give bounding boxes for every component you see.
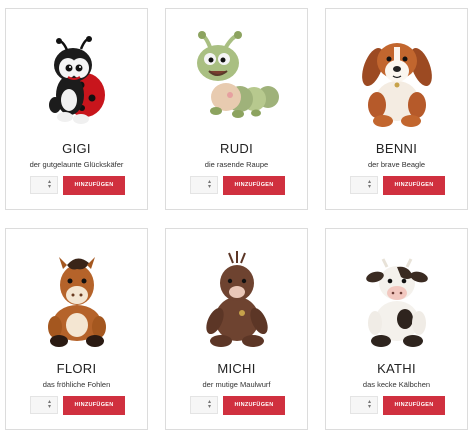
quantity-select[interactable]: ▴ ▾ [350,396,378,414]
add-to-cart-button[interactable]: HINZUFÜGEN [383,176,445,195]
chevron-updown-icon: ▴ ▾ [207,399,211,410]
product-tagline: die rasende Raupe [204,160,269,169]
add-to-cart-button[interactable]: HINZUFÜGEN [223,176,285,195]
mole-plush-icon[interactable] [166,243,307,351]
quantity-select[interactable]: ▴ ▾ [190,176,218,194]
product-card-gigi: GIGI der gutgelaunte Glückskäfer ▴ ▾ HINZ… [5,8,148,210]
beagle-plush-icon[interactable] [326,23,467,131]
product-card-flori: FLORI das fröhliche Fohlen ▴ ▾ HINZUFÜGEN [5,228,148,430]
foal-plush-icon[interactable] [6,243,147,351]
add-to-cart-button[interactable]: HINZUFÜGEN [63,396,125,415]
product-name: FLORI [56,361,97,376]
product-tagline: das fröhliche Fohlen [42,380,111,389]
calf-plush-icon[interactable] [326,243,467,351]
quantity-select[interactable]: ▴ ▾ [30,396,58,414]
add-to-cart-button[interactable]: HINZUFÜGEN [223,396,285,415]
quantity-select[interactable]: ▴ ▾ [30,176,58,194]
chevron-updown-icon: ▴ ▾ [207,179,211,190]
chevron-updown-icon: ▴ ▾ [47,179,51,190]
chevron-updown-icon: ▴ ▾ [367,179,371,190]
product-tagline: der brave Beagle [367,160,426,169]
product-name: RUDI [220,141,253,156]
product-name: MICHI [217,361,256,376]
product-name: KATHI [377,361,416,376]
quantity-select[interactable]: ▴ ▾ [350,176,378,194]
product-card-benni: BENNI der brave Beagle ▴ ▾ HINZUFÜGEN [325,8,468,210]
product-card-michi: MICHI der mutige Maulwurf ▴ ▾ HINZUFÜGEN [165,228,308,430]
product-name: BENNI [375,141,418,156]
product-tagline: der mutige Maulwurf [202,380,271,389]
product-tagline: der gutgelaunte Glückskäfer [29,160,124,169]
product-grid: GIGI der gutgelaunte Glückskäfer ▴ ▾ HINZ… [0,0,474,440]
chevron-updown-icon: ▴ ▾ [367,399,371,410]
product-tagline: das kecke Kälbchen [362,380,431,389]
add-to-cart-button[interactable]: HINZUFÜGEN [383,396,445,415]
product-name: GIGI [62,141,91,156]
caterpillar-plush-icon[interactable] [166,23,307,131]
product-card-rudi: RUDI die rasende Raupe ▴ ▾ HINZUFÜGEN [165,8,308,210]
quantity-select[interactable]: ▴ ▾ [190,396,218,414]
product-card-kathi: KATHI das kecke Kälbchen ▴ ▾ HINZUFÜGEN [325,228,468,430]
ladybug-plush-icon[interactable] [6,23,147,131]
chevron-updown-icon: ▴ ▾ [47,399,51,410]
add-to-cart-button[interactable]: HINZUFÜGEN [63,176,125,195]
